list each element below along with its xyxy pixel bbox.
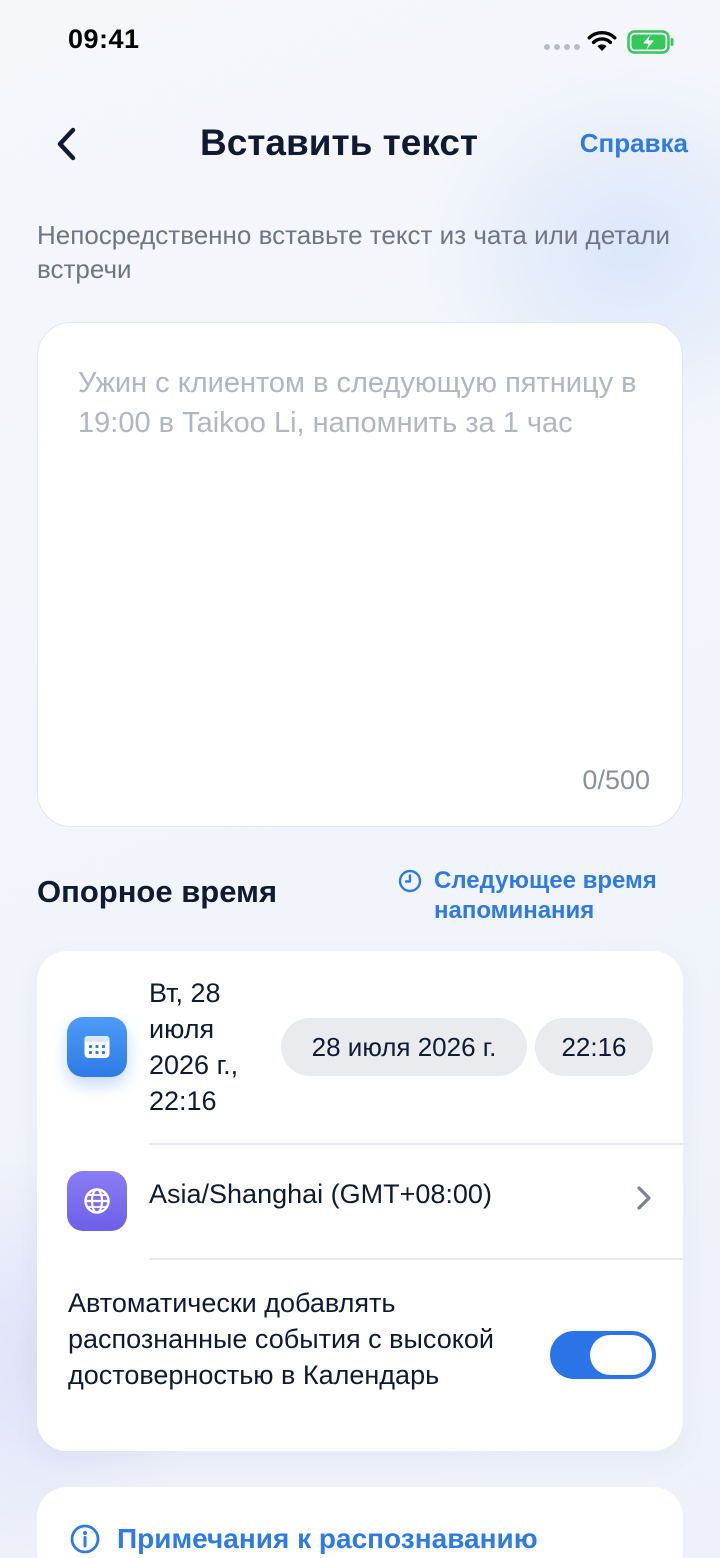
info-icon xyxy=(70,1524,100,1554)
page-title: Вставить текст xyxy=(199,122,479,163)
calendar-icon xyxy=(67,1017,127,1077)
reference-time-card: Вт, 28 июля 2026 г., 22:16 28 июля 2026 … xyxy=(37,951,683,1451)
timezone-row[interactable]: Asia/Shanghai (GMT+08:00) xyxy=(37,1144,683,1258)
text-input-card: 0/500 xyxy=(37,322,683,827)
recognition-notes-card: Примечания к распознаванию xyxy=(37,1487,683,1558)
status-time: 09:41 xyxy=(68,24,140,54)
auto-add-row: Автоматически добавлять распознанные соб… xyxy=(37,1259,683,1451)
page-subtitle: Непосредственно вставьте текст из чата и… xyxy=(37,220,671,284)
recognition-notes-title: Примечания к распознаванию xyxy=(117,1523,538,1554)
date-time-row: Вт, 28 июля 2026 г., 22:16 28 июля 2026 … xyxy=(37,951,683,1143)
help-link[interactable]: Справка xyxy=(580,128,688,159)
wifi-icon xyxy=(587,30,617,51)
reference-time-title: Опорное время xyxy=(37,874,278,909)
reference-date-summary: Вт, 28 июля 2026 г., 22:16 xyxy=(149,978,239,1116)
navigation-bar: Вставить текст Справка xyxy=(0,110,720,180)
clock-icon xyxy=(398,869,422,893)
auto-add-label: Автоматически добавлять распознанные соб… xyxy=(68,1288,494,1390)
status-bar: 09:41 xyxy=(0,0,720,84)
globe-icon xyxy=(67,1171,127,1231)
time-picker-button[interactable]: 22:16 xyxy=(535,1018,653,1076)
chevron-right-icon xyxy=(637,1186,651,1210)
battery-charging-icon xyxy=(627,30,674,54)
cellular-signal-icon xyxy=(544,44,580,50)
date-picker-button[interactable]: 28 июля 2026 г. xyxy=(281,1018,527,1076)
recognition-notes-header[interactable]: Примечания к распознаванию xyxy=(69,1523,538,1555)
timezone-label: Asia/Shanghai (GMT+08:00) xyxy=(149,1179,492,1209)
next-reminder-time-link[interactable]: Следующее время напоминания xyxy=(398,866,688,926)
auto-add-toggle[interactable] xyxy=(550,1331,656,1379)
paste-text-input[interactable] xyxy=(78,363,648,743)
toggle-knob xyxy=(590,1335,652,1375)
next-reminder-label: Следующее время напоминания xyxy=(434,867,657,924)
character-counter: 0/500 xyxy=(582,765,650,795)
